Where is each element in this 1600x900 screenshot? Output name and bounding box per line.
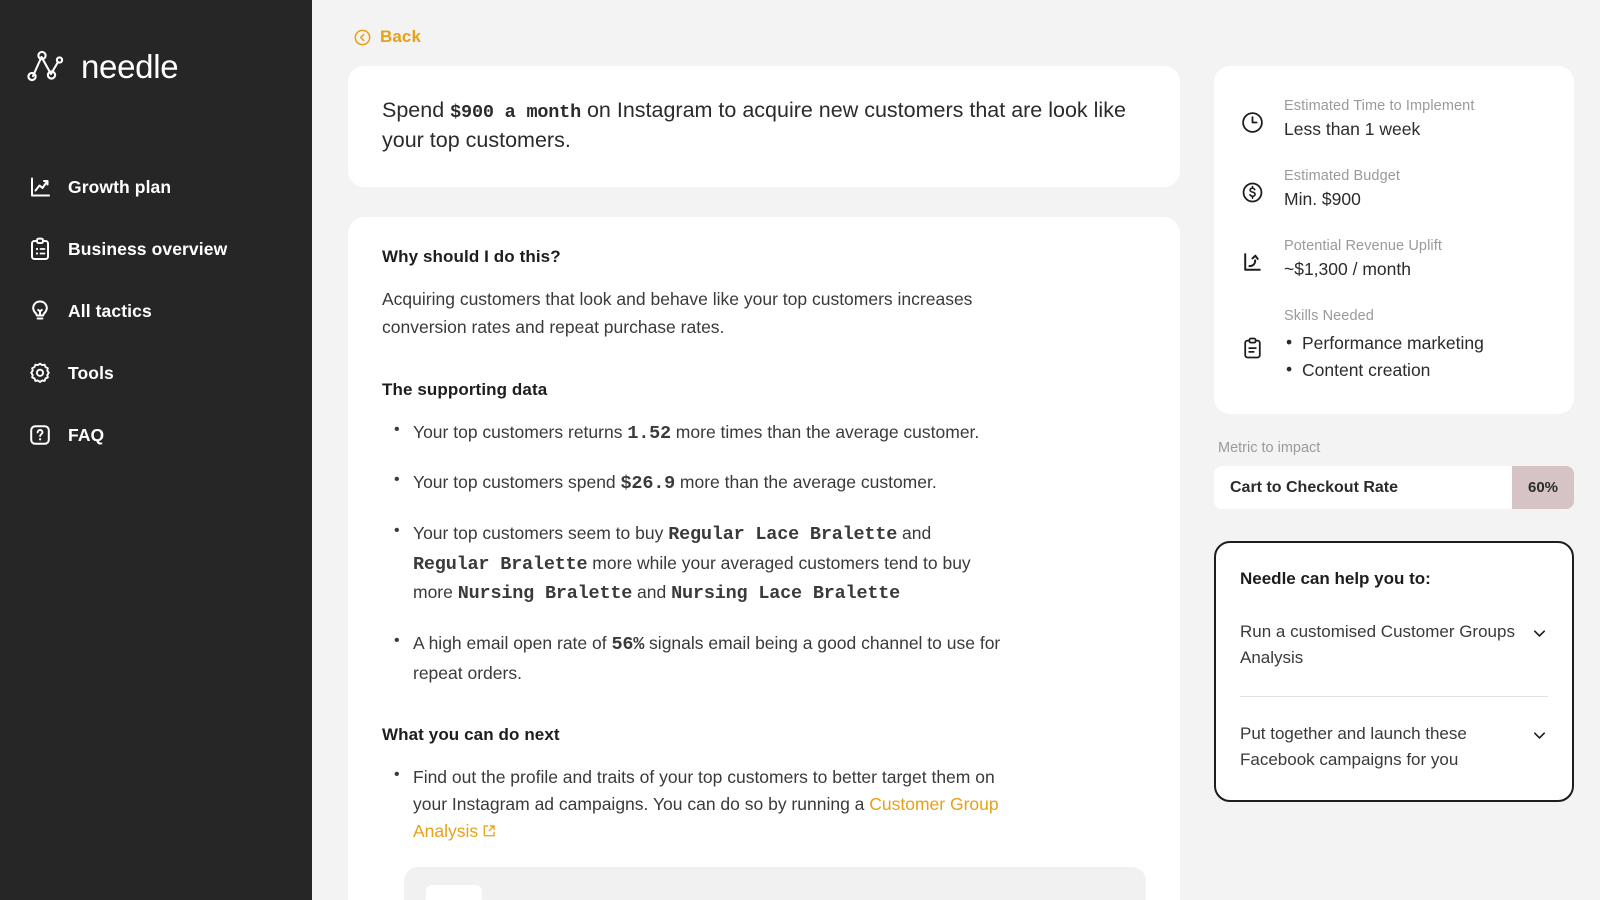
embedded-preview-card [404,867,1146,900]
clipboard-list-icon [31,237,49,260]
sidebar-item-business-overview[interactable]: Business overview [0,218,312,280]
sidebar-item-label: FAQ [68,424,105,445]
sidebar-item-faq[interactable]: FAQ [0,404,312,466]
bullet-text: Your top customers returns [413,421,628,442]
metric-to-impact-bar[interactable]: Cart to Checkout Rate 60% [1214,466,1574,510]
right-column: Estimated Time to Implement Less than 1 … [1214,66,1574,900]
supporting-data-list: Your top customers returns 1.52 more tim… [382,418,1146,687]
tactic-headline: Spend $900 a month on Instagram to acqui… [382,96,1146,155]
back-button[interactable]: Back [354,22,421,52]
list-item: Your top customers spend $26.9 more than… [382,468,1012,499]
info-row-revenue: Potential Revenue Uplift ~$1,300 / month [1240,238,1548,280]
info-label: Estimated Time to Implement [1284,98,1475,114]
info-value: Less than 1 week [1284,119,1421,139]
dollar-circle-icon [1240,168,1266,210]
highlight-value: Regular Lace Bralette [668,523,898,545]
list-item: A high email open rate of 56% signals em… [382,629,1012,687]
back-label: Back [380,27,422,46]
help-accordion-item-1[interactable]: Run a customised Customer Groups Analysi… [1240,615,1548,674]
gear-icon [30,362,50,383]
sidebar-nav: Growth plan Business overview All tactic… [0,156,312,466]
bullet-text: Your top customers spend [413,472,621,493]
info-value: Min. $900 [1284,189,1361,209]
clipboard-icon [1240,308,1266,384]
highlight-value: $26.9 [620,473,676,495]
preview-pill [426,885,482,900]
trending-arrow-icon [1240,238,1266,280]
needle-help-card: Needle can help you to: Run a customised… [1214,541,1574,803]
why-section-body: Acquiring customers that look and behave… [382,289,973,337]
help-item-label: Put together and launch these Facebook c… [1240,724,1467,769]
bullet-text: and [632,582,672,603]
brand-name: needle [81,47,179,85]
sidebar-item-all-tactics[interactable]: All tactics [0,280,312,342]
list-item: Find out the profile and traits of your … [382,763,1012,845]
sidebar-item-label: Growth plan [68,176,172,197]
sidebar-item-tools[interactable]: Tools [0,342,312,404]
info-row-skills: Skills Needed Performance marketingConte… [1240,308,1548,384]
info-label: Potential Revenue Uplift [1284,238,1442,254]
headline-card: Spend $900 a month on Instagram to acqui… [348,66,1180,188]
bullet-text: Your top customers seem to buy [413,522,669,543]
left-column: Spend $900 a month on Instagram to acqui… [348,66,1180,900]
metric-name: Cart to Checkout Rate [1230,478,1399,496]
sidebar: needle Growth plan Business overview All… [0,0,312,900]
metric-to-impact-label: Metric to impact [1218,440,1321,457]
highlight-value: Regular Bralette [413,553,588,575]
highlight-value: Nursing Bralette [457,583,633,605]
chart-line-icon [31,177,50,197]
bullet-text: A high email open rate of [413,632,612,653]
tactic-info-card: Estimated Time to Implement Less than 1 … [1214,66,1574,415]
highlight-value: 1.52 [627,422,671,444]
app-root: needle Growth plan Business overview All… [0,0,1600,900]
skill-item: Content creation [1284,356,1484,384]
content-columns: Spend $900 a month on Instagram to acqui… [348,66,1574,900]
supporting-data-title: The supporting data [382,379,548,399]
sidebar-item-growth-plan[interactable]: Growth plan [0,156,312,218]
headline-part1: Spend [382,98,451,122]
help-item-label: Run a customised Customer Groups Analysi… [1240,622,1515,667]
headline-amount: $900 a month [450,102,581,123]
sidebar-item-label: Tools [68,362,114,383]
bullet-text: and [897,522,932,543]
lightbulb-icon [32,300,48,320]
next-steps-list: Find out the profile and traits of your … [382,763,1146,845]
info-value: ~$1,300 / month [1284,259,1411,279]
circle-chevron-left-icon [354,29,371,45]
clock-icon [1240,98,1266,140]
needle-logo-icon [27,50,64,82]
sidebar-item-label: All tactics [68,300,152,321]
help-accordion-item-2[interactable]: Put together and launch these Facebook c… [1240,717,1548,776]
info-label: Skills Needed [1284,308,1374,324]
brand-logo[interactable]: needle [0,38,312,94]
info-row-time: Estimated Time to Implement Less than 1 … [1240,98,1548,140]
main-content: Back Spend $900 a month on Instagram to … [312,0,1600,900]
skills-list: Performance marketingContent creation [1284,329,1484,384]
help-divider [1240,696,1548,698]
chevron-down-icon[interactable] [1531,727,1548,744]
why-section-title: Why should I do this? [382,247,561,267]
list-item: Your top customers seem to buy Regular L… [382,519,1012,609]
highlight-value: Nursing Lace Bralette [671,583,901,605]
info-row-budget: Estimated Budget Min. $900 [1240,168,1548,210]
question-box-icon [30,425,50,445]
bullet-text: more times than the average customer. [670,421,980,442]
chevron-down-icon[interactable] [1531,625,1548,642]
highlight-value: 56% [611,633,645,655]
external-link-icon [483,825,495,837]
sidebar-item-label: Business overview [68,238,228,259]
list-item: Your top customers returns 1.52 more tim… [382,418,1012,449]
details-card: Why should I do this? Acquiring customer… [348,217,1180,900]
skill-item: Performance marketing [1284,329,1484,357]
help-card-title: Needle can help you to: [1240,569,1431,589]
metric-percent-badge: 60% [1512,466,1574,510]
bullet-text: more than the average customer. [675,472,937,493]
info-label: Estimated Budget [1284,168,1401,184]
next-steps-title: What you can do next [382,724,560,744]
